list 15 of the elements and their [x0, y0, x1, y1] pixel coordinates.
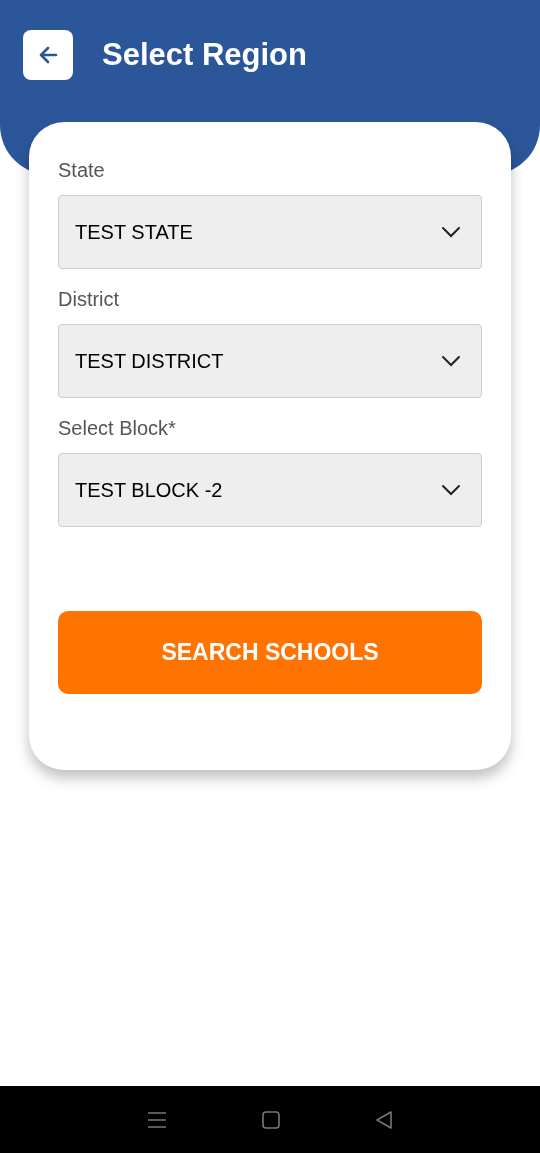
dropdown-field[interactable]: TEST STATE [58, 195, 482, 269]
back-triangle-icon[interactable] [374, 1109, 393, 1130]
menu-icon[interactable] [147, 1110, 168, 1129]
chevron-down-icon [441, 226, 461, 238]
back-button[interactable] [23, 30, 73, 80]
field-label: District [58, 287, 121, 311]
chevron-down-icon [441, 355, 461, 367]
page-title: Select Region [102, 36, 307, 74]
dropdown-field[interactable]: TEST BLOCK -2 [58, 453, 482, 527]
field-label: Select Block* [58, 416, 177, 440]
dropdown-field[interactable]: TEST DISTRICT [58, 324, 482, 398]
chevron-down-icon [441, 484, 461, 496]
back-arrow-icon [38, 46, 58, 64]
field-label: State [58, 158, 106, 182]
home-square-icon[interactable] [262, 1110, 280, 1129]
